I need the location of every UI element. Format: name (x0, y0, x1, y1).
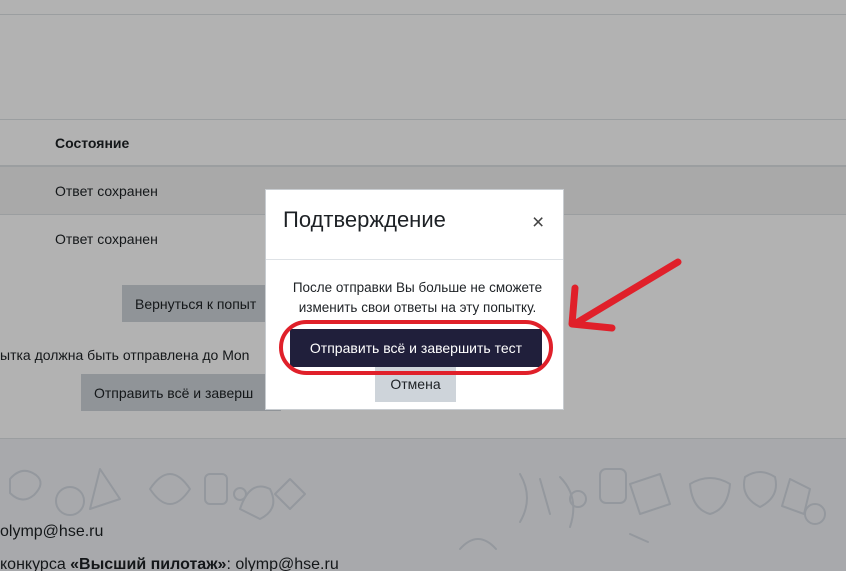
quiz-summary-page: Состояние Ответ сохранен Ответ сохранен … (0, 0, 846, 571)
dialog-title: Подтверждение (283, 207, 446, 232)
close-icon[interactable]: × (532, 211, 544, 235)
dialog-message: После отправки Вы больше не сможете изме… (292, 280, 543, 315)
annotation-arrow-icon (568, 258, 682, 332)
dialog-header: Подтверждение × (266, 190, 563, 260)
confirmation-dialog: Подтверждение × После отправки Вы больше… (265, 189, 564, 410)
annotation-highlight-circle (279, 320, 553, 375)
